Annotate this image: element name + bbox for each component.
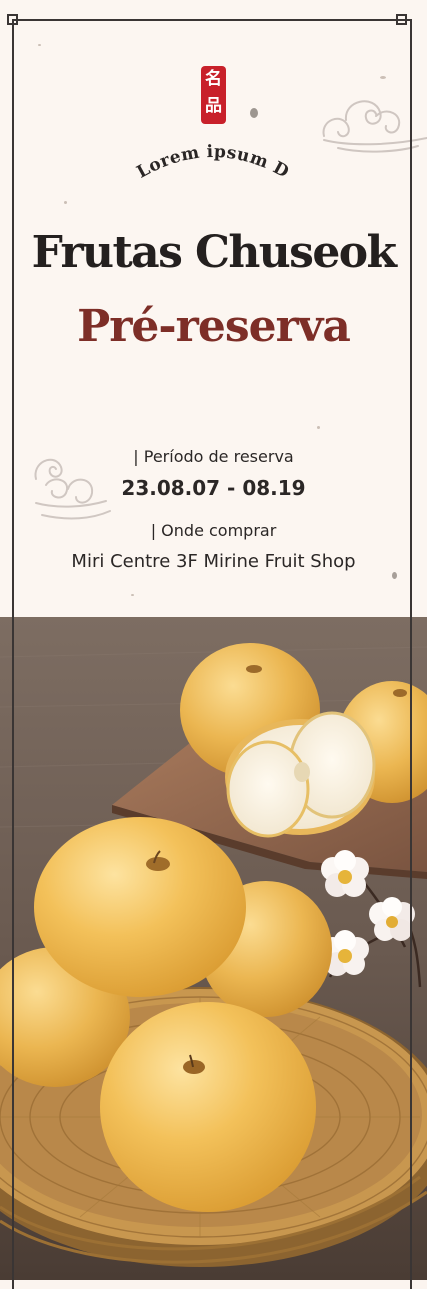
paper-speck — [38, 44, 41, 46]
seal-stamp-icon: 名 品 — [201, 66, 226, 124]
frame-corner — [396, 14, 407, 25]
frame-corner — [7, 14, 18, 25]
svg-text:Lorem ipsum D: Lorem ipsum D — [134, 142, 293, 183]
paper-speck — [64, 201, 67, 204]
reservation-period-value: 23.08.07 - 08.19 — [121, 476, 306, 500]
paper-speck — [131, 594, 134, 596]
headline-title: Frutas Chuseok — [31, 227, 397, 278]
paper-speck — [250, 108, 258, 118]
seal-glyph-bottom: 品 — [205, 96, 222, 116]
brand-arc-text: Lorem ipsum D — [134, 142, 293, 183]
purchase-place-value: Miri Centre 3F Mirine Fruit Shop — [71, 551, 356, 572]
paper-speck — [380, 76, 386, 79]
pear-basket-photo — [0, 617, 427, 1280]
paper-speck — [392, 572, 397, 579]
reservation-period-label: | Período de reserva — [133, 447, 294, 466]
cloud-icon — [322, 100, 427, 153]
seal-glyph-top: 名 — [205, 69, 222, 89]
paper-speck — [317, 426, 320, 429]
headline-subtitle: Pré-reserva — [77, 301, 351, 352]
brand-arc-label: Lorem ipsum D — [134, 142, 292, 183]
purchase-place-label: | Onde comprar — [150, 521, 277, 540]
